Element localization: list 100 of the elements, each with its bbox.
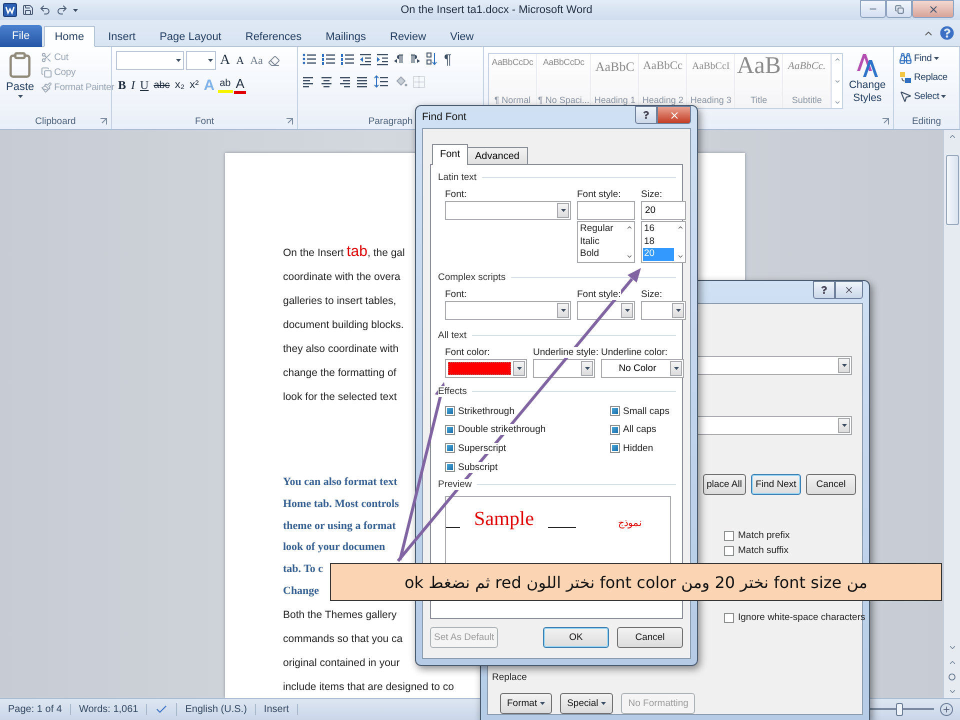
- paste-button[interactable]: Paste: [4, 51, 36, 114]
- ribbon-tab[interactable]: View: [439, 26, 485, 47]
- group-label: Editing: [912, 116, 942, 127]
- font-name-field[interactable]: [116, 51, 184, 70]
- underline-button[interactable]: U: [138, 76, 151, 94]
- list-option[interactable]: Italic: [579, 236, 623, 248]
- checkbox[interactable]: [724, 546, 734, 556]
- previous-page-icon[interactable]: [948, 658, 956, 667]
- heading-text-line: You can also format text: [283, 475, 398, 490]
- scroll-thumb[interactable]: [946, 155, 958, 225]
- dialog-button[interactable]: OK: [543, 627, 609, 648]
- restore-button[interactable]: [886, 0, 912, 18]
- ribbon-tab[interactable]: Page Layout: [148, 26, 232, 47]
- scroll-down-icon[interactable]: [948, 643, 956, 652]
- close-button[interactable]: [657, 106, 691, 124]
- pointer-icon: [899, 90, 912, 103]
- help-icon: [820, 286, 828, 294]
- scroll-up-icon[interactable]: [676, 224, 684, 231]
- help-icon[interactable]: [940, 26, 954, 40]
- checkbox-label: Strikethrough: [458, 406, 515, 417]
- ribbon-tab[interactable]: Insert: [97, 26, 147, 47]
- font-size-field[interactable]: [186, 51, 216, 70]
- highlight-button[interactable]: ab: [218, 77, 233, 93]
- change-styles-icon: [854, 51, 880, 79]
- clear-formatting-button[interactable]: [266, 54, 281, 66]
- style-name: Title: [750, 95, 768, 105]
- italic-button[interactable]: I: [129, 76, 138, 94]
- scroll-up-icon[interactable]: [626, 224, 632, 231]
- ribbon-tab[interactable]: Mailings: [314, 26, 377, 47]
- show-marks-button[interactable]: ¶: [442, 51, 454, 67]
- checkbox[interactable]: [724, 612, 734, 622]
- help-button[interactable]: [635, 106, 657, 124]
- editing-action[interactable]: Find: [898, 51, 948, 66]
- grow-font-button[interactable]: A: [218, 52, 232, 70]
- list-option[interactable]: Regular: [579, 223, 623, 236]
- font-style-list[interactable]: Regular Italic Bold: [577, 221, 635, 263]
- font-style-field[interactable]: [577, 201, 635, 220]
- list-option[interactable]: 18: [643, 236, 674, 248]
- close-button[interactable]: [912, 0, 954, 18]
- redo-icon[interactable]: [56, 4, 68, 16]
- checkbox[interactable]: [724, 530, 734, 540]
- size-list[interactable]: 16 18 20: [641, 221, 686, 263]
- undo-icon[interactable]: [39, 4, 51, 16]
- dialog-launcher-icon[interactable]: [286, 118, 293, 125]
- checkbox[interactable]: [445, 443, 455, 454]
- font-color-dropdown[interactable]: [445, 359, 527, 378]
- font-style-dropdown[interactable]: [577, 301, 635, 320]
- checkbox[interactable]: [445, 462, 455, 472]
- list-option[interactable]: 16: [643, 223, 674, 236]
- size-field[interactable]: 20: [641, 201, 686, 220]
- dialog-launcher-icon[interactable]: [100, 118, 107, 125]
- scroll-down-icon[interactable]: [626, 253, 632, 260]
- checkbox[interactable]: [610, 406, 620, 416]
- underline-style-dropdown[interactable]: [533, 359, 595, 378]
- next-page-icon[interactable]: [948, 687, 956, 696]
- font-dropdown[interactable]: [445, 301, 571, 320]
- underline-color-dropdown[interactable]: No Color: [601, 359, 684, 378]
- shrink-font-button[interactable]: A: [234, 52, 246, 70]
- file-menu-tab[interactable]: File: [0, 25, 42, 47]
- font-dropdown[interactable]: [445, 201, 571, 220]
- change-case-button[interactable]: Aa: [248, 52, 265, 70]
- checkbox[interactable]: [445, 406, 455, 416]
- editing-action[interactable]: Select: [898, 89, 948, 104]
- dialog-launcher-icon[interactable]: [882, 118, 889, 125]
- dialog-tab[interactable]: Advanced: [467, 147, 528, 164]
- editing-action[interactable]: Replace: [898, 70, 948, 85]
- dialog-tab[interactable]: Font: [432, 144, 468, 165]
- dialog-button[interactable]: Format: [500, 693, 552, 714]
- dialog-button[interactable]: Cancel: [806, 474, 856, 495]
- checkbox-label: Superscript: [458, 442, 506, 454]
- ribbon-tab[interactable]: Review: [379, 26, 438, 47]
- font-color-button[interactable]: A: [234, 76, 246, 94]
- list-option[interactable]: Bold: [579, 248, 623, 260]
- scroll-up-icon[interactable]: [948, 132, 956, 141]
- dialog-button[interactable]: Cancel: [617, 627, 683, 648]
- save-icon[interactable]: [22, 4, 34, 16]
- strikethrough-button[interactable]: abc: [152, 76, 172, 94]
- section-heading: All text: [438, 330, 467, 341]
- help-button[interactable]: [813, 281, 835, 299]
- checkbox[interactable]: [610, 424, 620, 435]
- superscript-button[interactable]: x²: [188, 76, 201, 94]
- zoom-thumb[interactable]: [896, 703, 903, 716]
- dialog-button[interactable]: Special: [560, 693, 614, 714]
- scroll-down-icon[interactable]: [676, 253, 684, 260]
- subscript-button[interactable]: x₂: [172, 76, 187, 94]
- align-right-icon: [338, 75, 351, 88]
- dialog-button[interactable]: Find Next: [751, 474, 801, 495]
- ribbon-tab[interactable]: References: [234, 26, 313, 47]
- style-preview: AaBbC: [595, 60, 634, 73]
- change-styles-button[interactable]: Change Styles: [849, 51, 886, 114]
- bold-button[interactable]: B: [116, 76, 128, 94]
- more-styles-icon: [834, 99, 841, 106]
- size-dropdown[interactable]: [641, 301, 686, 320]
- checkbox[interactable]: [445, 424, 455, 435]
- checkbox[interactable]: [610, 443, 620, 454]
- dialog-button[interactable]: place All: [702, 474, 746, 495]
- ribbon-tab[interactable]: Home: [44, 26, 96, 47]
- close-button[interactable]: [835, 281, 863, 299]
- zoom-in-icon[interactable]: [940, 703, 953, 716]
- page-count: Page: 1 of 4: [0, 704, 71, 715]
